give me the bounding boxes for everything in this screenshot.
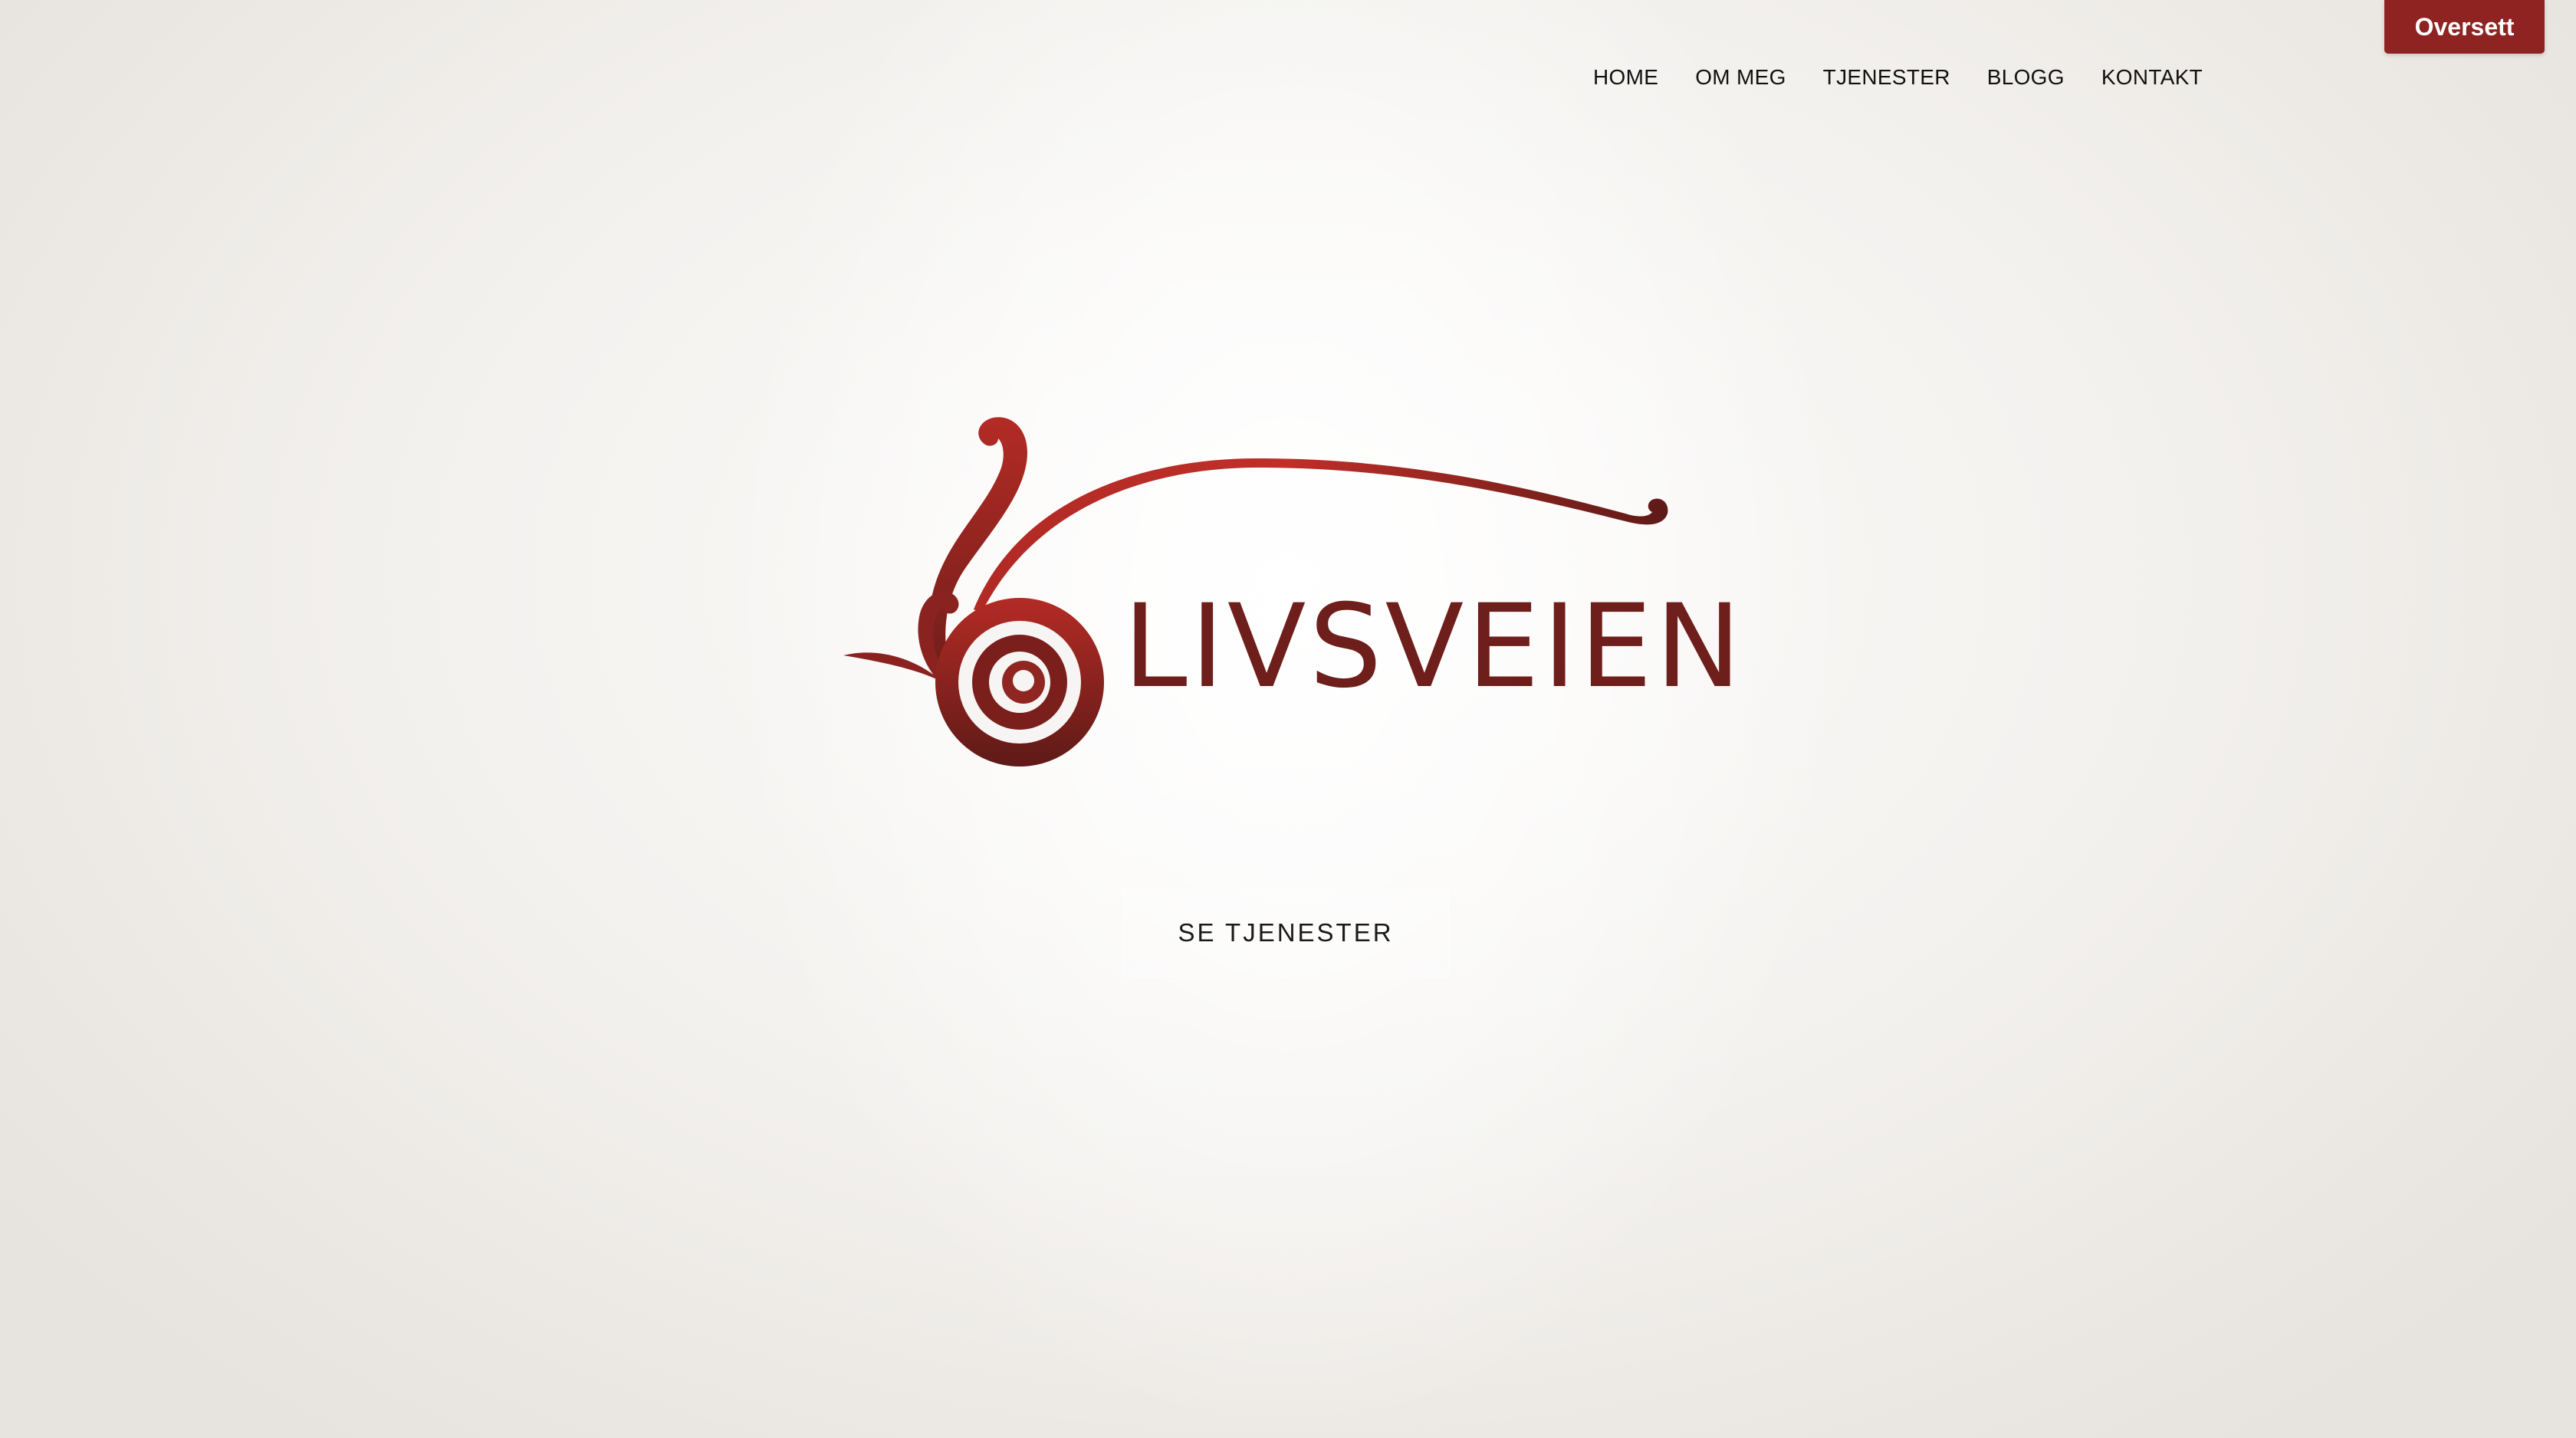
nav-item-kontakt[interactable]: KONTAKT	[2083, 64, 2221, 90]
main-nav: HOME OM MEG TJENESTER BLOGG KONTAKT	[1593, 64, 2221, 90]
translate-button[interactable]: Oversett	[2384, 0, 2545, 54]
logo-wordmark: LIVSVEIEN	[1123, 580, 1744, 714]
nav-item-blogg[interactable]: BLOGG	[1969, 64, 2083, 90]
page: HOME OM MEG TJENESTER BLOGG KONTAKT Over…	[0, 0, 2576, 1438]
livsveien-logo: LIVSVEIEN	[828, 391, 1748, 790]
nav-item-tjenester[interactable]: TJENESTER	[1805, 64, 1969, 90]
nav-item-om-meg[interactable]: OM MEG	[1677, 64, 1804, 90]
spiral-icon	[935, 598, 1104, 767]
see-services-button[interactable]: SE TJENESTER	[1122, 889, 1449, 977]
nav-item-home[interactable]: HOME	[1593, 64, 1677, 90]
logo-graphic: LIVSVEIEN	[843, 417, 1744, 767]
